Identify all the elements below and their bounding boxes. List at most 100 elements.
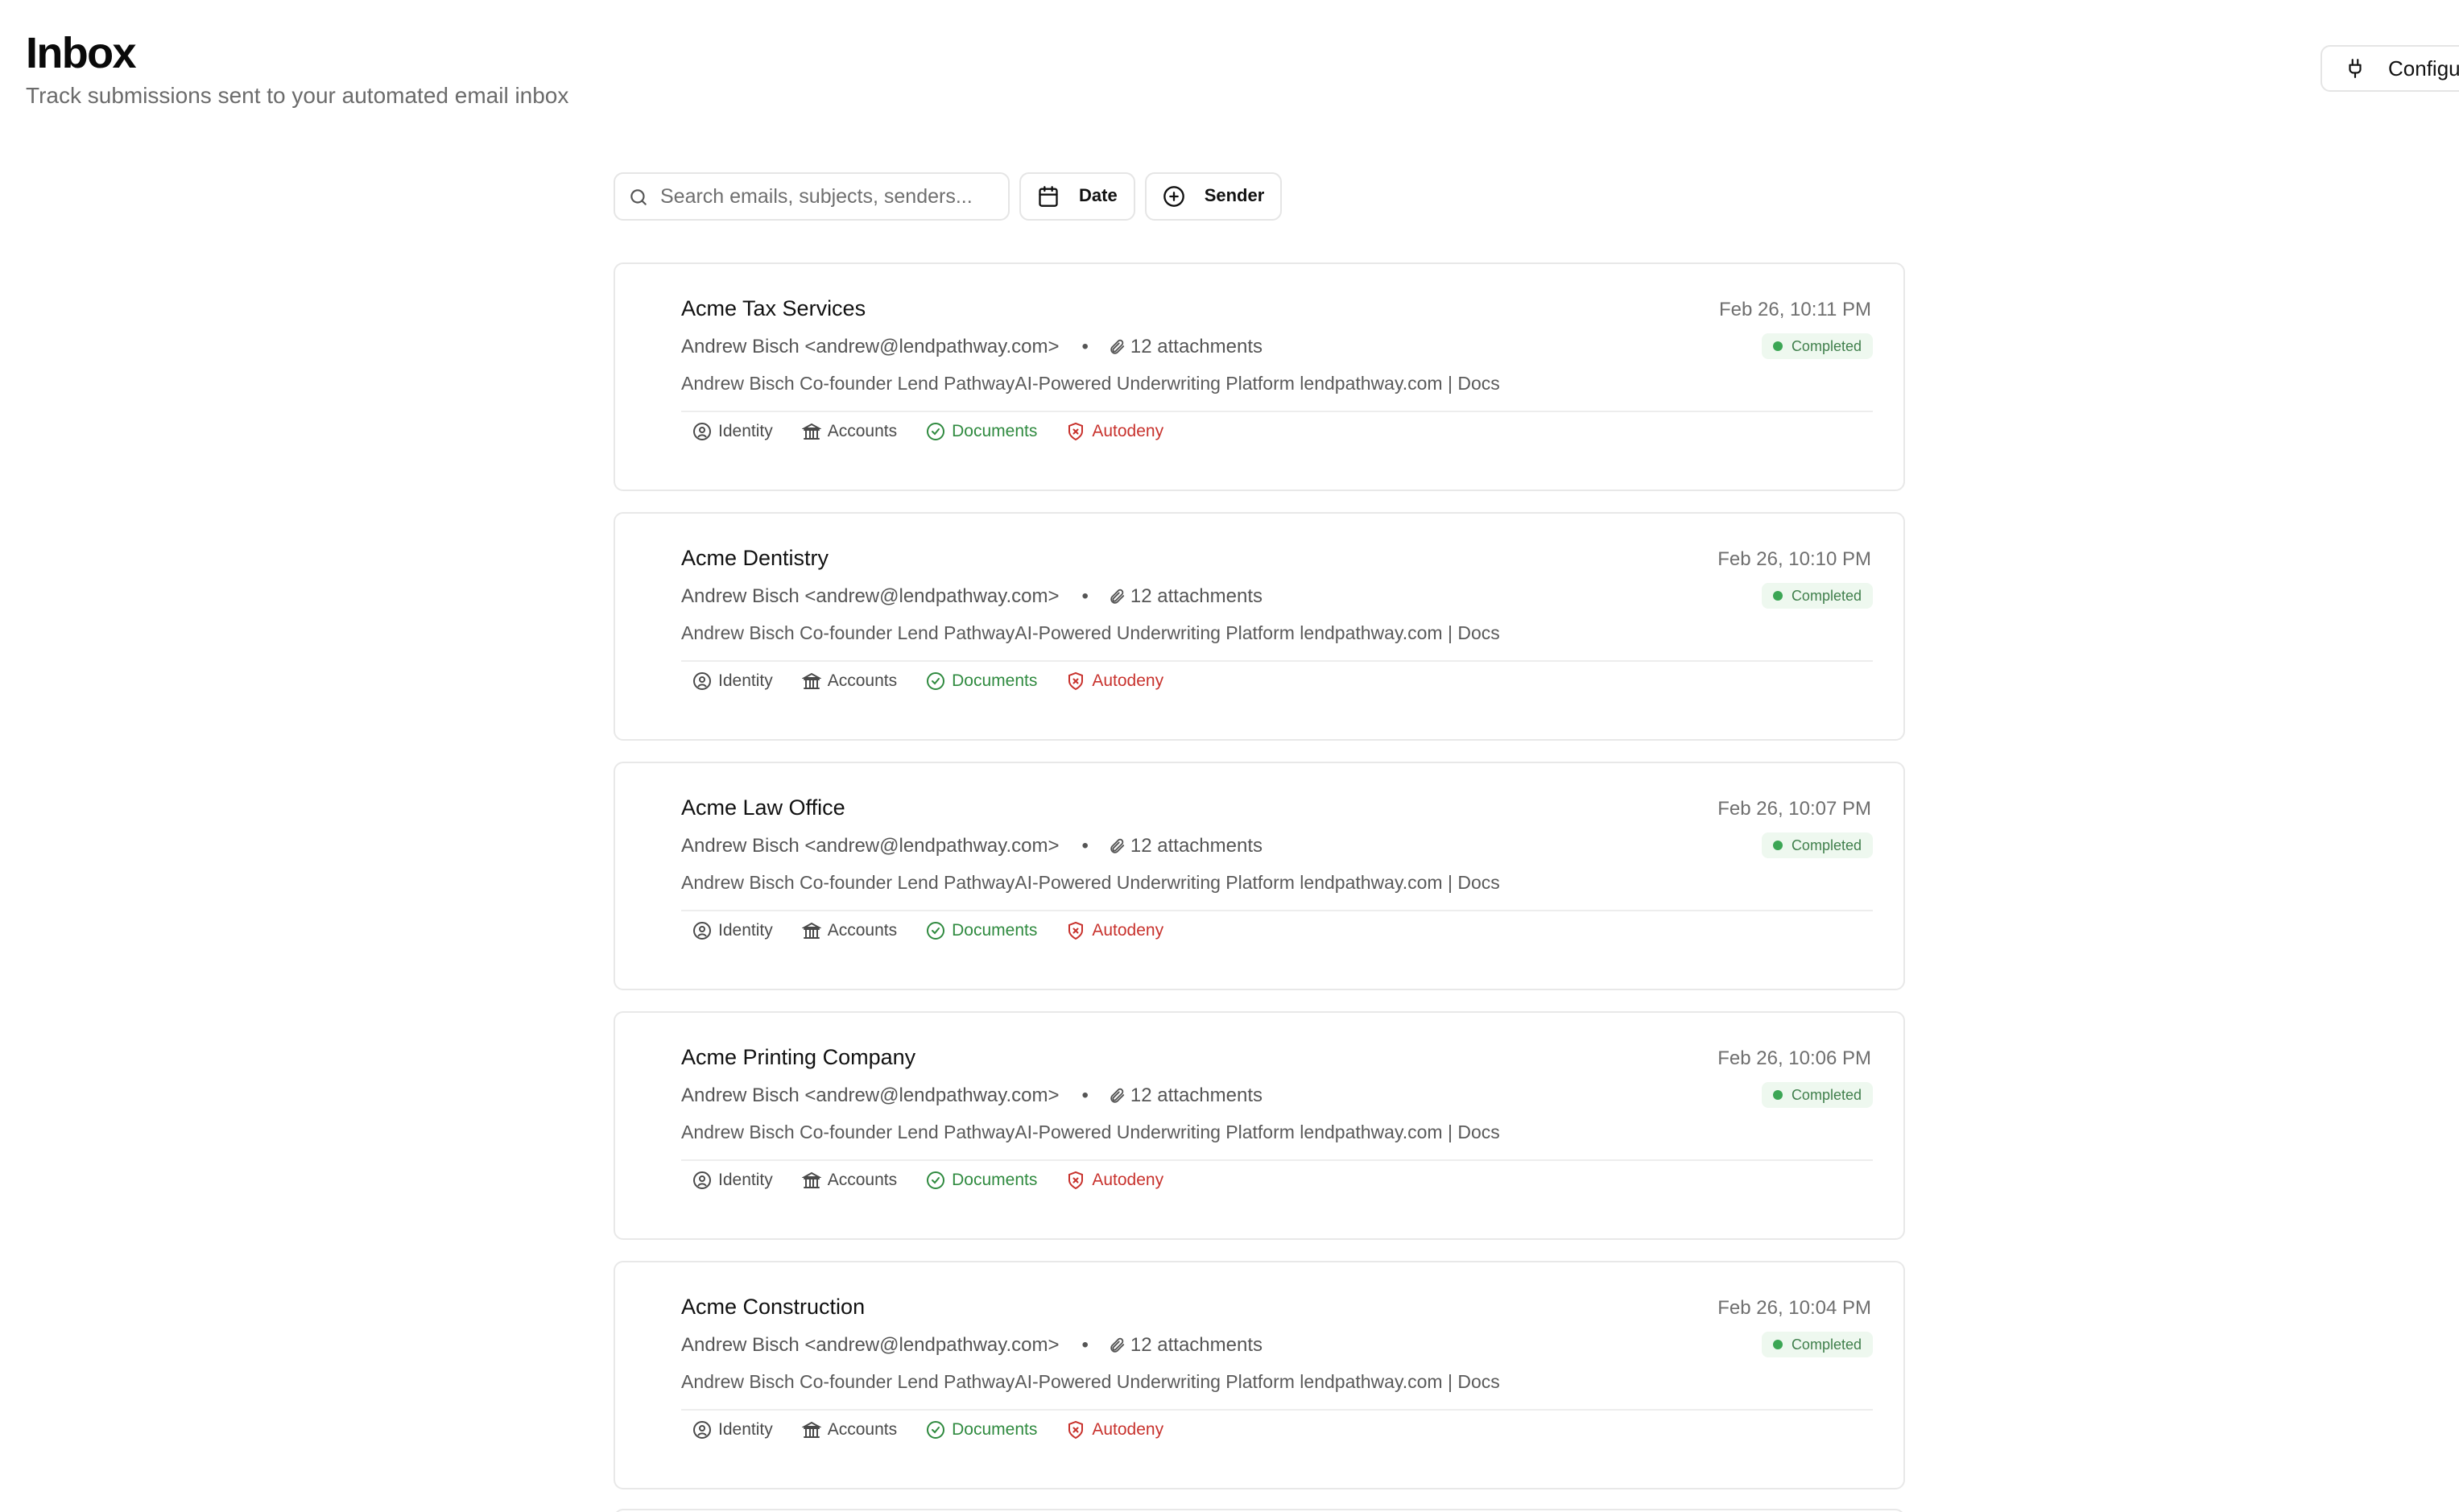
tag-identity[interactable]: Identity	[692, 671, 773, 691]
email-preview: Andrew Bisch Co-founder Lend PathwayAI-P…	[681, 375, 1500, 395]
tag-identity[interactable]: Identity	[692, 422, 773, 441]
attachments-label: 12 attachments	[1130, 1333, 1263, 1356]
email-card[interactable]: Acme Tax Services Feb 26, 10:11 PM Andre…	[614, 262, 1905, 491]
tag-identity[interactable]: Identity	[692, 1420, 773, 1440]
tag-autodeny[interactable]: Autodeny	[1066, 1171, 1163, 1190]
tag-autodeny[interactable]: Autodeny	[1066, 671, 1163, 691]
status-label: Completed	[1791, 1336, 1862, 1353]
status-dot	[1773, 591, 1783, 601]
email-card[interactable]: Acme Construction Feb 26, 10:04 PM Andre…	[614, 1261, 1905, 1489]
meta-separator: •	[1081, 1333, 1089, 1356]
tag-label: Autodeny	[1092, 671, 1164, 691]
user-circle-icon	[692, 671, 712, 691]
user-circle-icon	[692, 921, 712, 940]
card-divider	[681, 1409, 1873, 1411]
user-circle-icon	[692, 1171, 712, 1190]
email-meta: Andrew Bisch <andrew@lendpathway.com> • …	[681, 1333, 1263, 1356]
attachments-label: 12 attachments	[1130, 335, 1263, 357]
card-divider	[681, 411, 1873, 412]
shield-x-icon	[1066, 1420, 1085, 1440]
email-tags: Identity Accounts Documents Autodeny	[692, 671, 1163, 691]
inbox-page: Inbox Track submissions sent to your aut…	[0, 0, 2459, 1512]
tag-identity[interactable]: Identity	[692, 921, 773, 940]
status-badge: Completed	[1762, 1332, 1873, 1357]
email-card[interactable]: Acme Dentistry Feb 26, 10:10 PM Andrew B…	[614, 512, 1905, 741]
user-circle-icon	[692, 422, 712, 441]
bank-icon	[801, 921, 821, 940]
configure-button[interactable]: Configure	[2321, 45, 2459, 92]
search-input[interactable]	[660, 185, 982, 208]
tag-autodeny[interactable]: Autodeny	[1066, 422, 1163, 441]
email-preview: Andrew Bisch Co-founder Lend PathwayAI-P…	[681, 1374, 1500, 1393]
email-date: Feb 26, 10:04 PM	[1717, 1296, 1871, 1319]
tag-documents[interactable]: Documents	[926, 921, 1037, 940]
search-box[interactable]	[614, 172, 1010, 221]
tag-label: Accounts	[827, 1171, 898, 1190]
tag-accounts[interactable]: Accounts	[801, 671, 898, 691]
status-badge: Completed	[1762, 333, 1873, 359]
tag-documents[interactable]: Documents	[926, 1420, 1037, 1440]
status-label: Completed	[1791, 837, 1862, 853]
tag-identity[interactable]: Identity	[692, 1171, 773, 1190]
bank-icon	[801, 671, 821, 691]
email-sender: Andrew Bisch <andrew@lendpathway.com>	[681, 1084, 1060, 1106]
shield-x-icon	[1066, 422, 1085, 441]
email-preview: Andrew Bisch Co-founder Lend PathwayAI-P…	[681, 1124, 1500, 1143]
email-tags: Identity Accounts Documents Autodeny	[692, 422, 1163, 441]
tag-autodeny[interactable]: Autodeny	[1066, 1420, 1163, 1440]
date-filter-button[interactable]: Date	[1019, 172, 1135, 221]
status-badge: Completed	[1762, 832, 1873, 858]
email-preview: Andrew Bisch Co-founder Lend PathwayAI-P…	[681, 874, 1500, 894]
email-title: Acme Tax Services	[681, 296, 866, 320]
sender-filter-button[interactable]: Sender	[1144, 172, 1283, 221]
shield-x-icon	[1066, 1171, 1085, 1190]
email-title: Acme Dentistry	[681, 546, 829, 570]
email-sender: Andrew Bisch <andrew@lendpathway.com>	[681, 585, 1060, 607]
email-tags: Identity Accounts Documents Autodeny	[692, 921, 1163, 940]
check-circle-icon	[926, 1420, 945, 1440]
attachments-count: 12 attachments	[1108, 834, 1263, 857]
email-tags: Identity Accounts Documents Autodeny	[692, 1171, 1163, 1190]
tag-documents[interactable]: Documents	[926, 1171, 1037, 1190]
search-icon	[628, 186, 649, 207]
email-card[interactable]: Acme Law Office Feb 26, 10:07 PM Andrew …	[614, 762, 1905, 990]
paperclip-icon	[1108, 337, 1126, 355]
tag-documents[interactable]: Documents	[926, 422, 1037, 441]
page-subtitle: Track submissions sent to your automated…	[26, 82, 569, 108]
tag-accounts[interactable]: Accounts	[801, 921, 897, 940]
attachments-count: 12 attachments	[1108, 1084, 1263, 1106]
attachments-count: 12 attachments	[1108, 585, 1263, 607]
tag-autodeny[interactable]: Autodeny	[1066, 921, 1163, 940]
attachments-count: 12 attachments	[1108, 335, 1263, 357]
tag-label: Documents	[952, 1171, 1038, 1190]
tag-accounts[interactable]: Accounts	[801, 1420, 897, 1440]
calendar-icon	[1037, 185, 1060, 208]
attachments-label: 12 attachments	[1130, 585, 1263, 607]
check-circle-icon	[926, 921, 945, 940]
configure-label: Configure	[2388, 56, 2459, 81]
check-circle-icon	[926, 1171, 945, 1190]
bank-icon	[801, 1171, 821, 1190]
bank-icon	[801, 422, 821, 441]
email-card[interactable]: Acme Printing Company Feb 26, 10:06 PM A…	[614, 1011, 1905, 1240]
tag-label: Accounts	[827, 422, 898, 441]
email-sender: Andrew Bisch <andrew@lendpathway.com>	[681, 335, 1060, 357]
email-date: Feb 26, 10:06 PM	[1717, 1047, 1871, 1069]
tag-documents[interactable]: Documents	[926, 671, 1037, 691]
tag-accounts[interactable]: Accounts	[801, 422, 898, 441]
email-tags: Identity Accounts Documents Autodeny	[692, 1420, 1163, 1440]
tag-label: Identity	[718, 422, 773, 441]
tag-label: Accounts	[827, 671, 898, 691]
email-date: Feb 26, 10:11 PM	[1719, 298, 1871, 320]
meta-separator: •	[1081, 335, 1089, 357]
tag-accounts[interactable]: Accounts	[801, 1171, 898, 1190]
attachments-count: 12 attachments	[1108, 1333, 1263, 1356]
email-card-partial[interactable]	[614, 1509, 1905, 1512]
tag-label: Autodeny	[1092, 1171, 1164, 1190]
check-circle-icon	[926, 422, 945, 441]
paperclip-icon	[1108, 837, 1126, 854]
status-label: Completed	[1791, 1087, 1862, 1103]
tag-label: Identity	[718, 671, 773, 691]
tag-label: Documents	[952, 921, 1038, 940]
email-title: Acme Construction	[681, 1295, 866, 1319]
